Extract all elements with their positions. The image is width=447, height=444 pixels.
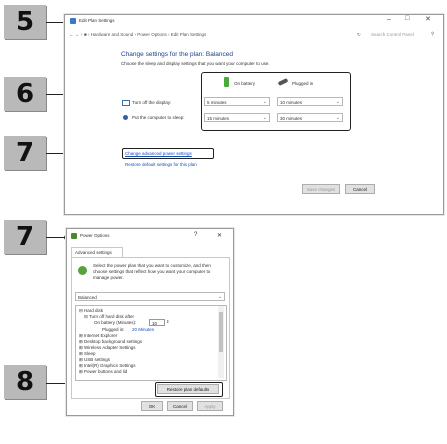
dialog-cancel-button[interactable]: Cancel	[167, 401, 193, 411]
ok-button[interactable]: OK	[141, 401, 163, 411]
battery-minutes-input[interactable]: 10	[149, 319, 165, 326]
scrollbar-thumb[interactable]	[219, 312, 223, 352]
window-title: Edit Plan Settings	[79, 18, 115, 23]
maximize-icon[interactable]: □	[405, 15, 409, 22]
chevron-down-icon: ⌄	[217, 294, 222, 300]
sleep-label: Put the computer to sleep:	[132, 115, 185, 120]
moon-icon	[123, 115, 128, 120]
save-changes-button[interactable]: Save changes	[302, 184, 340, 194]
address-bar: ← → ↑ ■ › Hardware and Sound › Power Opt…	[65, 28, 443, 40]
display-icon	[122, 100, 130, 106]
cancel-button[interactable]: Cancel	[345, 184, 375, 194]
plan-subheading: Choose the sleep and display settings th…	[121, 61, 270, 66]
step-8-badge: 8	[4, 365, 46, 399]
step-6-badge: 6	[4, 77, 46, 111]
control-panel-icon	[70, 18, 76, 24]
step-7b-badge: 7	[4, 220, 46, 254]
turn-off-display-label: Turn off the display:	[132, 100, 172, 105]
battery-minutes-value: 10	[152, 321, 158, 326]
minimize-icon[interactable]: –	[387, 16, 391, 23]
dialog-title: Power Options	[80, 233, 110, 238]
restore-highlight-box	[155, 382, 223, 397]
battery-settings-icon	[78, 266, 87, 275]
restore-defaults-link[interactable]: Restore default settings for this plan	[125, 162, 197, 167]
step-5-leader	[46, 22, 66, 23]
plugged-in-value-link[interactable]: 20 Minutes	[132, 327, 154, 332]
plan-select-value: Balanced	[78, 295, 97, 300]
tree-item: Plugged in:	[102, 327, 125, 332]
step-5-badge: 5	[4, 5, 46, 39]
tab-label: Advanced settings	[75, 250, 112, 255]
search-icon: ⚲	[431, 31, 435, 36]
dialog-description: Select the power plan that you want to c…	[93, 263, 211, 280]
minutes-spinner[interactable]: ⇕	[166, 319, 169, 324]
help-icon[interactable]: ?	[194, 232, 197, 238]
step-7a-badge: 7	[4, 136, 46, 170]
advanced-link-highlight-box	[122, 148, 214, 159]
dialog-close-icon[interactable]: ✕	[217, 232, 222, 239]
settings-tree[interactable]: ⊟ Hard disk ⊟ Turn off hard disk after O…	[75, 305, 227, 381]
tree-item[interactable]: ⊞ Power buttons and lid	[79, 369, 127, 375]
plan-heading: Change settings for the plan: Balanced	[121, 51, 234, 58]
close-icon[interactable]: ✕	[425, 15, 431, 23]
settings-highlight-box	[201, 72, 351, 131]
edit-plan-window: Edit Plan Settings – □ ✕ ← → ↑ ■ › Hardw…	[64, 14, 444, 215]
breadcrumb[interactable]: ← → ↑ ■ › Hardware and Sound › Power Opt…	[69, 32, 206, 37]
tree-scrollbar[interactable]	[218, 306, 224, 378]
tab-panel: Select the power plan that you want to c…	[71, 257, 230, 399]
search-input[interactable]: Search Control Panel	[371, 32, 414, 37]
step-7b-leader	[46, 237, 66, 238]
plan-select[interactable]: Balanced ⌄	[75, 292, 225, 301]
power-options-dialog: Power Options ? ✕ Advanced settings Sele…	[66, 228, 234, 416]
tree-item: On battery (Minutes):	[94, 320, 137, 325]
apply-button[interactable]: Apply	[197, 401, 223, 411]
power-options-icon	[71, 233, 77, 239]
title-bar: Edit Plan Settings – □ ✕	[65, 15, 443, 27]
refresh-icon[interactable]: ↻	[357, 32, 361, 38]
